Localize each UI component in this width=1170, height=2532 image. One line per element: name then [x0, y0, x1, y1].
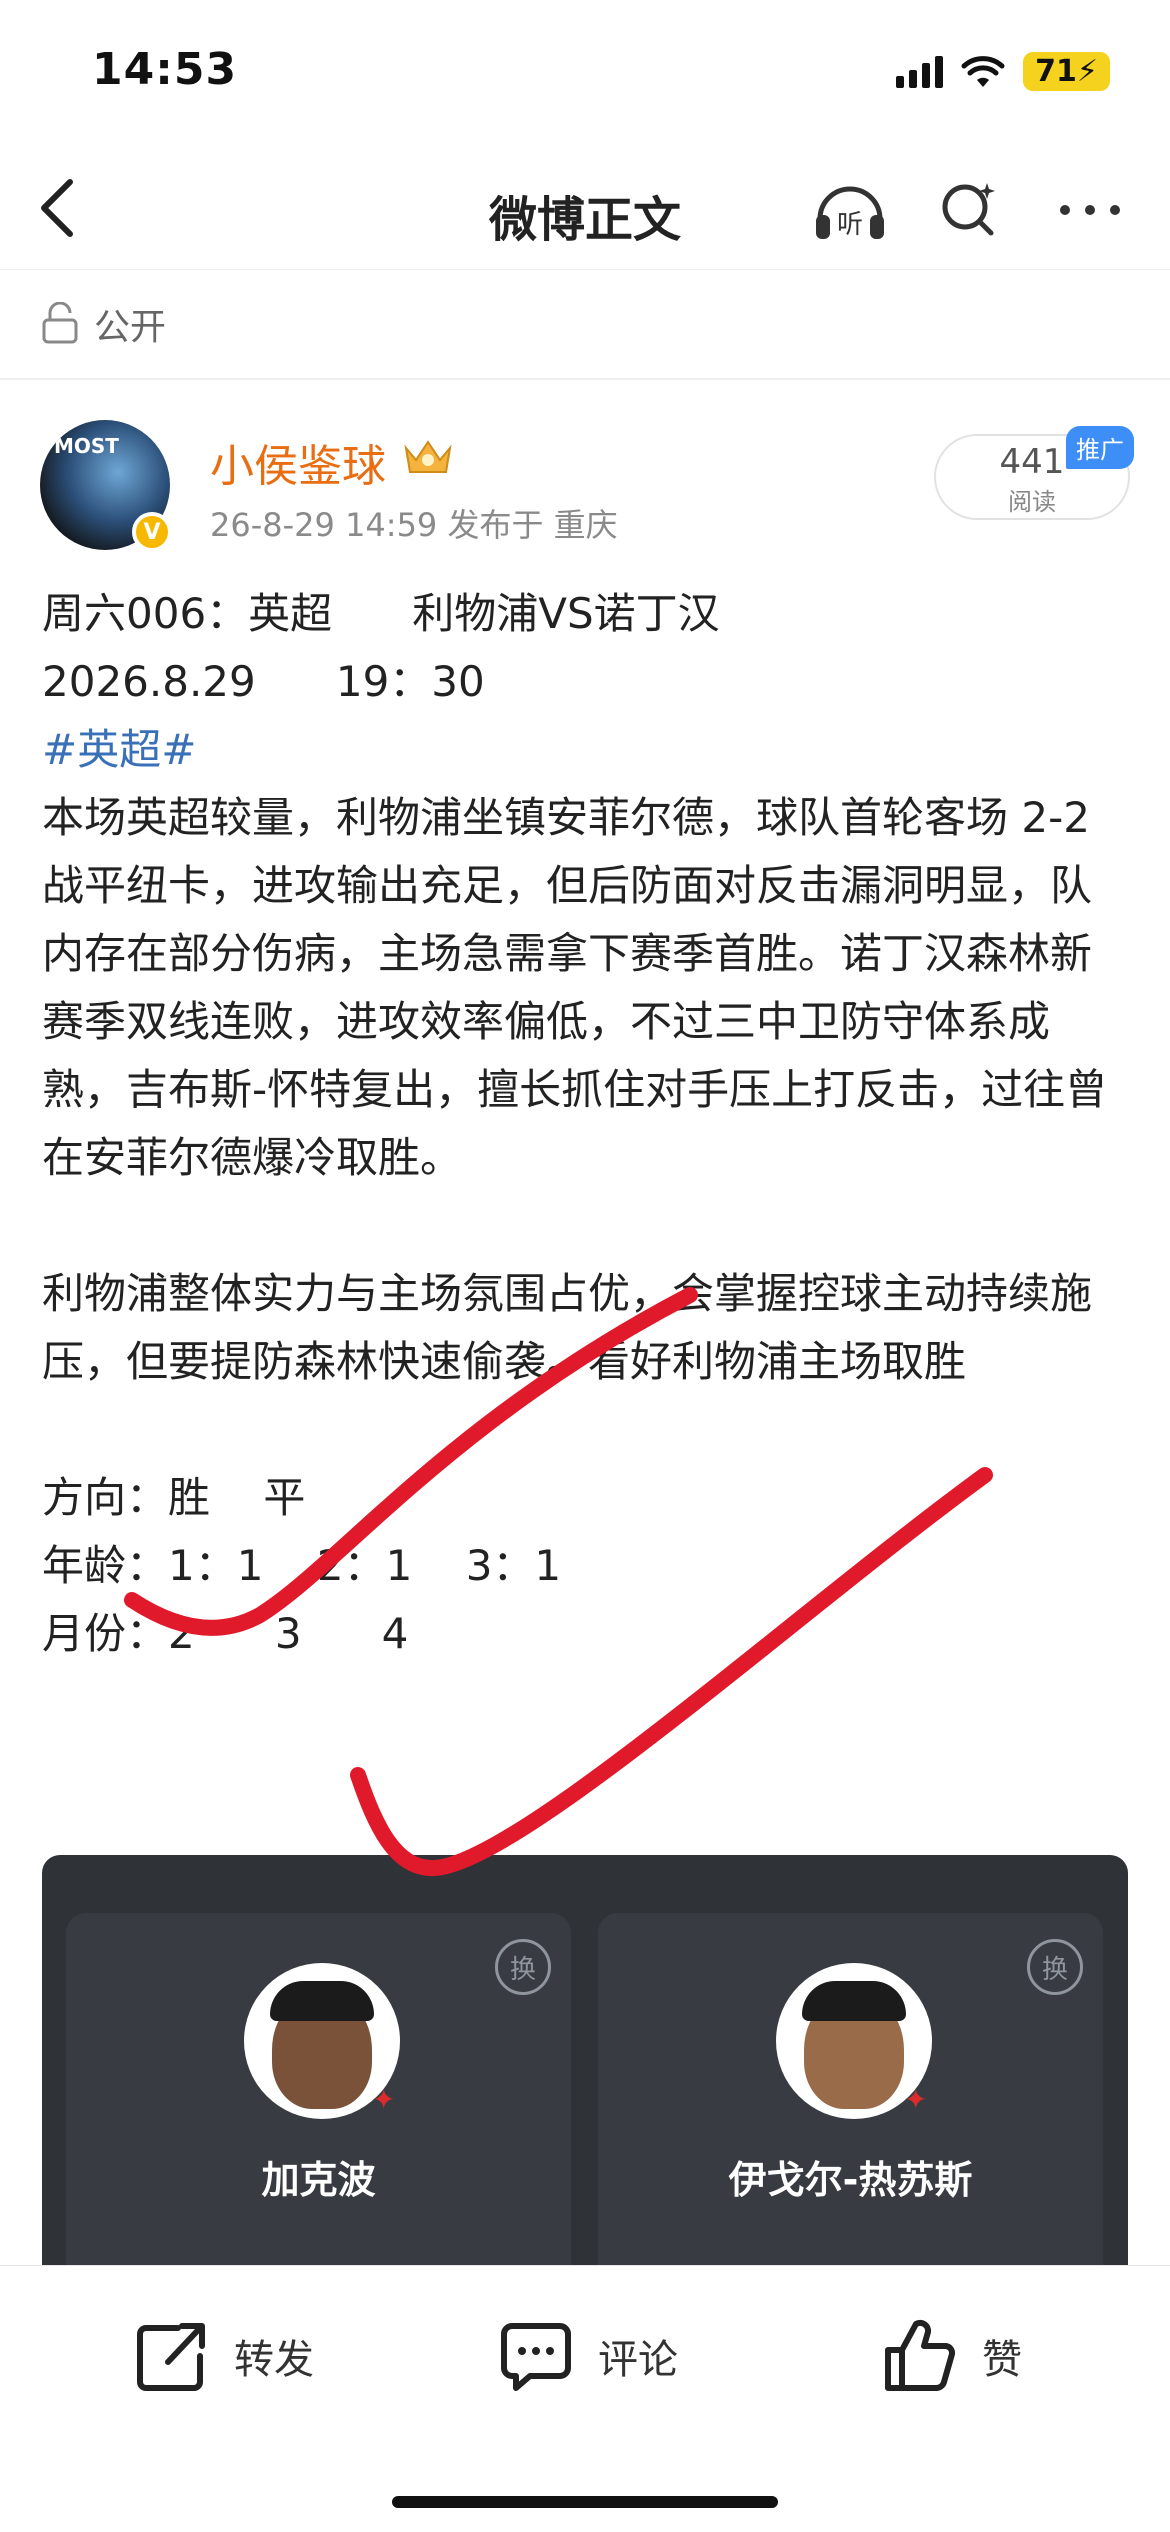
- battery-level: 71: [1035, 54, 1077, 89]
- swap-button[interactable]: 换: [1027, 1939, 1083, 1995]
- visibility-row: 公开: [0, 270, 1170, 380]
- comment-label: 评论: [598, 2337, 678, 2383]
- post-meta: 26-8-29 14:59 发布于 重庆: [210, 506, 618, 544]
- share-icon: [137, 2323, 205, 2391]
- listen-button[interactable]: 听: [810, 170, 890, 250]
- thumbs-up-icon: [885, 2319, 956, 2391]
- club-crest-icon: ✦: [904, 2083, 928, 2116]
- read-label: 阅读: [1008, 488, 1056, 516]
- post-body: 周六006：英超 利物浦VS诺丁汉 2026.8.29 19：30 #英超# 本…: [42, 580, 1132, 1668]
- month-line: 月份：2 3 4: [42, 1609, 409, 1658]
- like-label: 赞: [982, 2337, 1022, 2383]
- share-label: 转发: [234, 2337, 314, 2383]
- age-line: 年龄：1：1 2：1 3：1: [42, 1541, 562, 1590]
- status-bar: 14:53 71⚡: [0, 0, 1170, 150]
- like-button[interactable]: 赞: [880, 2316, 1022, 2396]
- bottom-action-bar: 转发 评论 赞: [0, 2265, 1170, 2532]
- charging-icon: ⚡: [1076, 54, 1098, 89]
- author-header: MOST V 小侯鉴球 26-8-29 14:59 发布于 重庆 441 阅读 …: [40, 420, 1134, 560]
- avatar-text: MOST: [54, 434, 119, 458]
- more-button[interactable]: [1050, 170, 1130, 250]
- player-hair: [802, 1981, 906, 2021]
- read-count-badge: 441 阅读 推广: [934, 426, 1134, 520]
- player-card-right[interactable]: 换 ✦ 伊戈尔-热苏斯: [598, 1913, 1103, 2275]
- search-button[interactable]: [930, 170, 1010, 250]
- signal-icon: [896, 55, 944, 88]
- share-button[interactable]: 转发: [132, 2316, 314, 2396]
- swap-button[interactable]: 换: [495, 1939, 551, 1995]
- nav-bar: 微博正文 听: [0, 150, 1170, 270]
- author-name[interactable]: 小侯鉴球: [210, 430, 386, 494]
- nav-actions: 听: [810, 170, 1130, 250]
- comment-button[interactable]: 评论: [496, 2316, 678, 2396]
- direction-line: 方向：胜 平: [42, 1473, 306, 1522]
- headphones-icon: 听: [816, 186, 884, 240]
- player-hair: [270, 1981, 374, 2021]
- home-indicator[interactable]: [392, 2496, 778, 2508]
- crown-icon: [404, 440, 452, 473]
- status-icons: 71⚡: [896, 52, 1110, 91]
- player-name: 加克波: [261, 2158, 376, 2202]
- player-comparison-card[interactable]: 换 ✦ 加克波 换 ✦ 伊戈尔-热苏斯: [42, 1855, 1128, 2275]
- wifi-icon: [961, 55, 1005, 87]
- more-icon: [1060, 205, 1120, 215]
- promo-badge: 推广: [1066, 426, 1134, 469]
- match-time: 2026.8.29 19：30: [42, 657, 485, 706]
- status-time: 14:53: [92, 44, 238, 95]
- comment-icon: [501, 2323, 571, 2391]
- player-card-left[interactable]: 换 ✦ 加克波: [66, 1913, 571, 2275]
- analysis-paragraph: 本场英超较量，利物浦坐镇安菲尔德，球队首轮客场 2-2 战平纽卡，进攻输出充足，…: [42, 793, 1108, 1182]
- prediction-paragraph: 利物浦整体实力与主场氛围占优，会掌握控球主动持续施压，但要提防森林快速偷袭。看好…: [42, 1269, 1093, 1386]
- hashtag-link[interactable]: #英超#: [42, 716, 1132, 784]
- match-line: 周六006：英超 利物浦VS诺丁汉: [42, 589, 720, 638]
- player-name: 伊戈尔-热苏斯: [728, 2158, 973, 2202]
- verified-badge-icon: V: [132, 512, 172, 552]
- unlock-icon: [42, 302, 78, 344]
- club-crest-icon: ✦: [372, 2083, 396, 2116]
- visibility-label: 公开: [94, 307, 167, 348]
- svg-text:听: 听: [837, 210, 863, 240]
- search-icon: [942, 183, 995, 236]
- battery-indicator: 71⚡: [1023, 52, 1110, 91]
